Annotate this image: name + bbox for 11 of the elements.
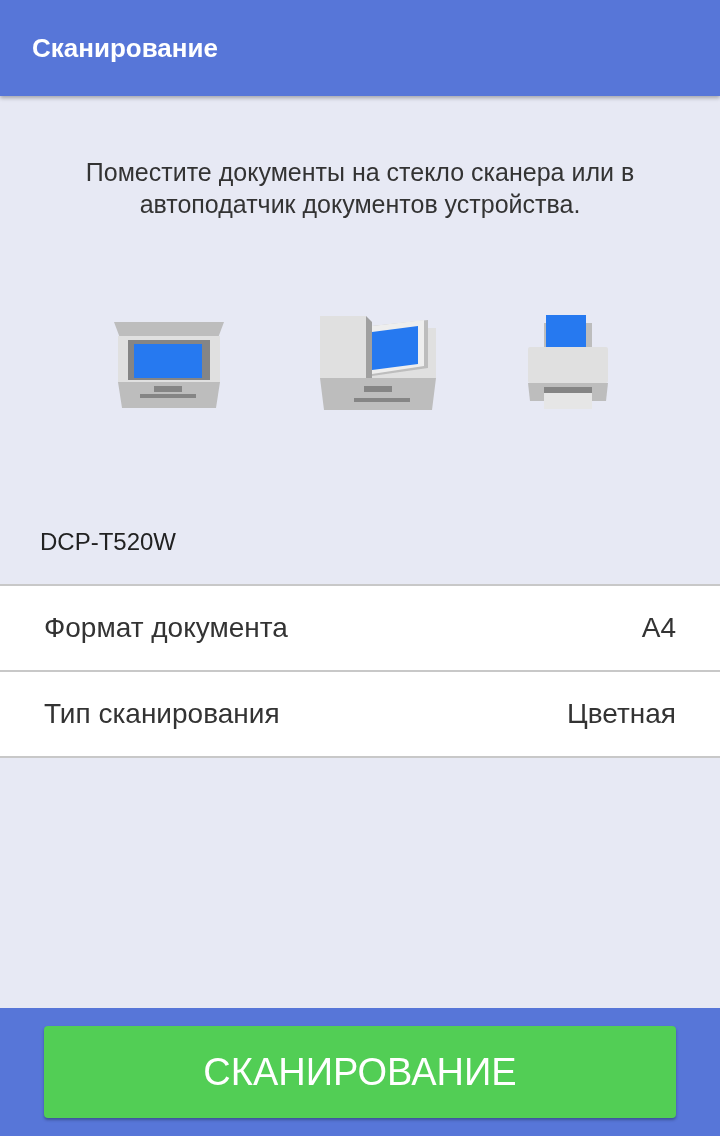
setting-value: A4 xyxy=(641,612,676,644)
setting-row[interactable]: Тип сканирования Цветная xyxy=(0,672,720,758)
setting-label: Тип сканирования xyxy=(44,698,280,730)
document-feeder-scanner-icon xyxy=(318,316,436,410)
device-name: DCP-T520W xyxy=(40,528,178,557)
printer-icon xyxy=(528,315,608,411)
instruction-text: Поместите документы на стекло сканера или в автоподатчик документов устройства. xyxy=(84,157,636,220)
setting-label: Формат документа xyxy=(44,612,288,644)
setting-row[interactable]: Формат документа A4 xyxy=(0,586,720,672)
setting-value: Цветная xyxy=(567,698,676,730)
app-title: Сканирование xyxy=(32,32,218,64)
